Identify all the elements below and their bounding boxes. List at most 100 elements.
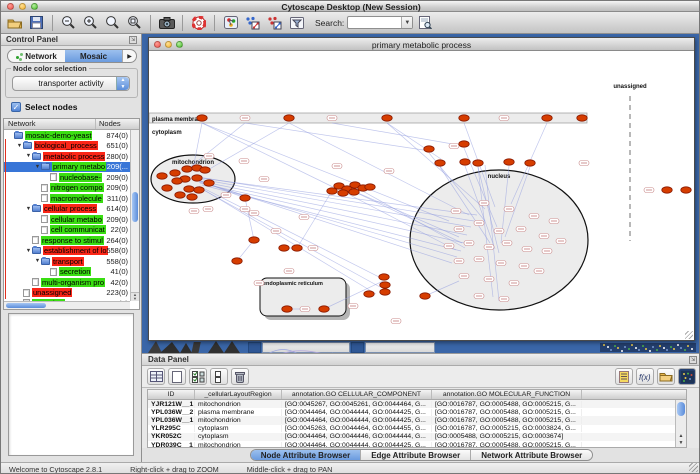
graph-node-label[interactable] (499, 297, 509, 302)
graph-node-label[interactable] (284, 269, 294, 274)
graph-node-label[interactable] (204, 154, 214, 159)
tree-horizontal-scrollbar[interactable] (4, 301, 130, 309)
expander-icon[interactable]: ▼ (34, 164, 41, 170)
scrollbar-arrows[interactable]: ▲▼ (131, 292, 139, 301)
table-column-header[interactable]: annotation.GO CELLULAR_COMPONENT (282, 390, 432, 399)
tree-row[interactable]: ▼biological_process651(0) (4, 141, 130, 152)
graph-node[interactable] (459, 141, 469, 147)
graph-node-label[interactable] (391, 319, 401, 324)
matrix-icon[interactable] (678, 368, 696, 385)
help-icon[interactable] (189, 14, 208, 32)
table-row[interactable]: YDR039C__1mitochondrion[GO:0044464, GO:0… (148, 441, 675, 447)
tab-node-attribute-browser[interactable]: Node Attribute Browser (251, 450, 362, 460)
tree-row[interactable]: multi-organism pro42(0) (4, 277, 130, 288)
table-column-header[interactable]: annotation.GO MOLECULAR_FUNCTION (432, 390, 582, 399)
graph-node[interactable] (380, 289, 390, 295)
graph-node[interactable] (435, 160, 445, 166)
tab-network[interactable]: Network (8, 50, 65, 62)
tree-row[interactable]: ▼metabolic process280(0) (4, 151, 130, 162)
expander-icon[interactable]: ▼ (16, 143, 23, 149)
graph-node[interactable] (459, 115, 469, 121)
graph-node-label[interactable] (474, 294, 484, 299)
graph-node[interactable] (681, 187, 691, 193)
delete-attribute-icon[interactable] (231, 368, 249, 385)
graph-node-label[interactable] (556, 239, 566, 244)
table-row[interactable]: YJR121W__1mitochondrion[GO:0045267, GO:0… (148, 400, 675, 408)
graph-node-label[interactable] (479, 201, 489, 206)
graph-node-label[interactable] (308, 246, 318, 251)
graph-node[interactable] (504, 159, 514, 165)
tree-row[interactable]: response to stimul264(0) (4, 235, 130, 246)
graph-node-label[interactable] (539, 234, 549, 239)
network-window-titlebar[interactable]: primary metabolic process (149, 38, 694, 51)
scrollbar-thumb[interactable] (677, 402, 685, 416)
graph-node[interactable] (382, 115, 392, 121)
graph-node[interactable] (187, 194, 197, 200)
graph-node-label[interactable] (299, 215, 309, 220)
graph-node-label[interactable] (484, 277, 494, 282)
graph-node-label[interactable] (499, 116, 509, 121)
graph-node[interactable] (424, 146, 434, 152)
graph-node-label[interactable] (484, 245, 494, 250)
graph-node[interactable] (175, 192, 185, 198)
table-column-header[interactable]: _cellularLayoutRegion (195, 390, 282, 399)
graph-node[interactable] (542, 115, 552, 121)
window-resize-grip[interactable] (685, 331, 693, 339)
graph-node[interactable] (379, 274, 389, 280)
table-row[interactable]: YPL036W__2plasma membrane[GO:0044464, GO… (148, 408, 675, 416)
expander-icon[interactable]: ▼ (34, 258, 41, 264)
graph-node[interactable] (279, 245, 289, 251)
graph-node-label[interactable] (509, 281, 519, 286)
select-attributes-icon[interactable] (189, 368, 207, 385)
graph-node-label[interactable] (189, 209, 199, 214)
zoom-out-icon[interactable] (59, 14, 78, 32)
graph-node[interactable] (525, 160, 535, 166)
graph-node[interactable] (460, 159, 470, 165)
tree-row[interactable]: unassigned223(0) (4, 288, 130, 299)
tree-vertical-scrollbar[interactable]: ▲▼ (130, 130, 139, 301)
vizmapper-icon[interactable] (221, 14, 240, 32)
scrollbar-thumb[interactable] (6, 303, 46, 308)
graph-node-label[interactable] (249, 211, 259, 216)
graph-node-label[interactable] (240, 116, 250, 121)
graph-node-label[interactable] (459, 274, 469, 279)
search-dropdown-icon[interactable]: ▼ (401, 17, 412, 28)
graph-node-label[interactable] (549, 219, 559, 224)
select-nodes-checkbox[interactable]: ✓ (11, 102, 21, 112)
app-resize-grip[interactable] (689, 463, 698, 472)
graph-node[interactable] (184, 186, 194, 192)
graph-node-label[interactable] (464, 241, 474, 246)
tree-col-network[interactable]: Network (4, 119, 96, 129)
tree-row[interactable]: cell communicat22(0) (4, 225, 130, 236)
unselect-attributes-icon[interactable] (210, 368, 228, 385)
graph-node-label[interactable] (239, 159, 249, 164)
graph-node-label[interactable] (579, 161, 589, 166)
graph-node[interactable] (170, 170, 180, 176)
graph-node-label[interactable] (644, 188, 654, 193)
graph-node-label[interactable] (271, 229, 281, 234)
graph-node-label[interactable] (221, 193, 231, 198)
attribute-table-icon[interactable] (147, 368, 165, 385)
expander-icon[interactable]: ▼ (25, 248, 32, 254)
graph-node-label[interactable] (502, 241, 512, 246)
graph-node[interactable] (364, 291, 374, 297)
graph-node[interactable] (232, 258, 242, 264)
graph-node-label[interactable] (332, 164, 342, 169)
graph-node-label[interactable] (519, 264, 529, 269)
tree-row[interactable]: ▼establishment of lo558(0) (4, 246, 130, 257)
tab-network-attribute-browser[interactable]: Network Attribute Browser (471, 450, 592, 460)
tab-edge-attribute-browser[interactable]: Edge Attribute Browser (361, 450, 471, 460)
graph-node[interactable] (249, 237, 259, 243)
graph-node-label[interactable] (504, 207, 514, 212)
table-vertical-scrollbar[interactable]: ▲ ▼ (675, 400, 686, 447)
graph-node[interactable] (200, 167, 210, 173)
tree-col-nodes[interactable]: Nodes (96, 119, 139, 129)
open-session-icon[interactable] (5, 14, 24, 32)
layout-b-icon[interactable] (265, 14, 284, 32)
graph-node[interactable] (284, 115, 294, 121)
layout-a-icon[interactable] (243, 14, 262, 32)
snapshot-icon[interactable] (157, 14, 176, 32)
tree-row[interactable]: secretion41(0) (4, 267, 130, 278)
save-session-icon[interactable] (27, 14, 46, 32)
tree-row[interactable]: nitrogen compo209(0) (4, 183, 130, 194)
